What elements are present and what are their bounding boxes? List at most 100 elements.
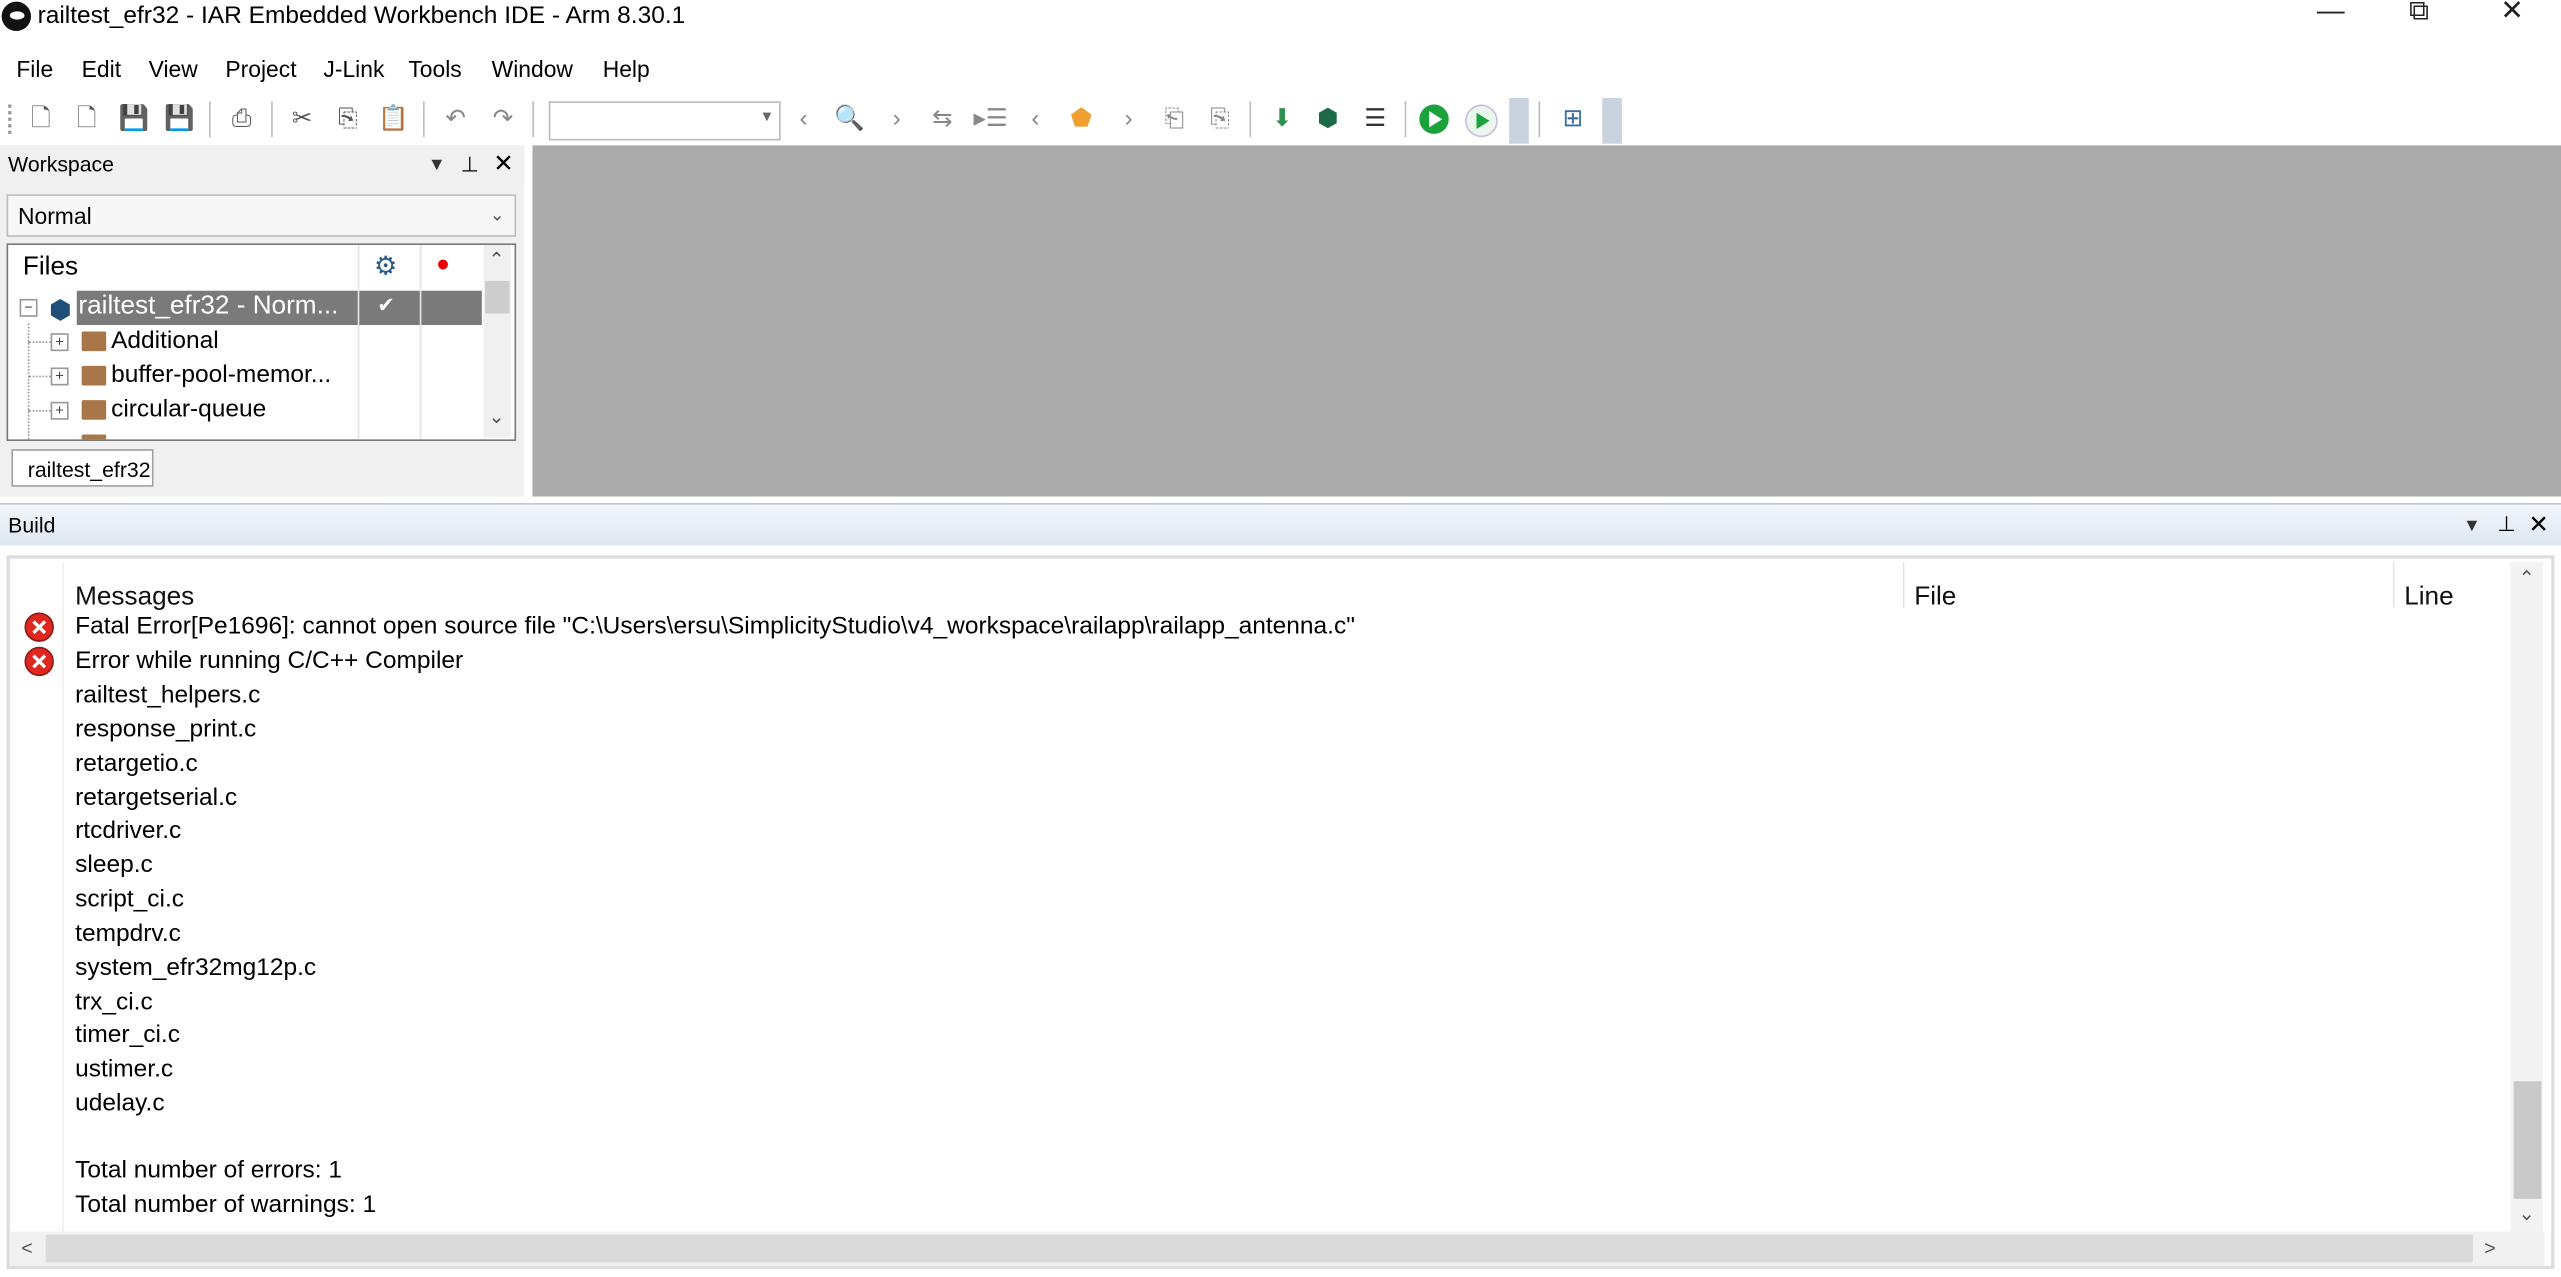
message-row[interactable]: timer_ci.c — [75, 1021, 180, 1049]
folder-label: Additional — [111, 326, 219, 355]
next-bookmark-icon[interactable]: ⎘ — [1204, 103, 1237, 136]
vertical-scroll-thumb[interactable] — [2513, 1081, 2542, 1199]
scroll-up-icon[interactable]: ⌃ — [2519, 567, 2535, 590]
menu-view[interactable]: View — [149, 56, 198, 82]
make-icon[interactable]: ⬢ — [1312, 103, 1345, 136]
warning-count-summary[interactable]: Total number of warnings: 1 — [75, 1191, 376, 1219]
message-row[interactable]: sleep.c — [75, 851, 153, 879]
menu-jlink[interactable]: J-Link — [323, 56, 384, 82]
project-icon: ⬢ — [48, 297, 72, 326]
chevron-down-icon[interactable]: ▼ — [760, 108, 775, 124]
download-and-debug-icon[interactable] — [1419, 104, 1449, 134]
panel-dropdown-icon[interactable]: ▼ — [2463, 516, 2481, 536]
build-panel-header — [0, 503, 2561, 546]
message-row[interactable]: script_ci.c — [75, 885, 184, 913]
error-icon — [24, 612, 54, 642]
find-previous-icon[interactable]: ‹ — [787, 103, 820, 136]
navigate-back-icon[interactable]: ‹ — [1019, 103, 1052, 136]
menu-file[interactable]: File — [16, 56, 53, 82]
close-panel-icon[interactable]: ✕ — [2528, 510, 2549, 539]
configuration-select[interactable]: Normal ⌄ — [6, 194, 517, 237]
message-row[interactable]: trx_ci.c — [75, 988, 153, 1016]
menu-tools[interactable]: Tools — [408, 56, 461, 82]
find-icon[interactable]: 🔍 — [833, 103, 866, 136]
tree-row-folder-partial[interactable] — [8, 428, 485, 440]
new-file-icon[interactable]: 🗋 — [24, 103, 57, 136]
previous-bookmark-icon[interactable]: ⎗ — [1158, 103, 1191, 136]
file-column-header[interactable]: File — [1914, 583, 1956, 612]
folder-label: circular-queue — [111, 395, 267, 424]
workspace-tab[interactable]: railtest_efr32 — [11, 449, 154, 487]
toolbar-grip[interactable] — [8, 104, 15, 134]
debug-without-download-icon[interactable] — [1465, 104, 1498, 138]
scroll-down-icon[interactable]: ⌄ — [2519, 1202, 2535, 1225]
find-combo[interactable]: ▼ — [548, 101, 781, 141]
expand-icon[interactable]: + — [50, 333, 69, 352]
project-options-icon[interactable]: ⊞ — [1557, 103, 1590, 136]
collapse-icon[interactable]: − — [19, 298, 38, 317]
save-all-icon[interactable]: 💾 — [163, 103, 196, 136]
message-row[interactable]: ustimer.c — [75, 1055, 173, 1083]
panel-dropdown-icon[interactable]: ▼ — [428, 155, 446, 175]
close-panel-icon[interactable]: ✕ — [493, 149, 514, 178]
menu-window[interactable]: Window — [492, 56, 573, 82]
file-tree-scrollbar[interactable]: ⌃ ⌄ — [483, 244, 512, 438]
undo-icon[interactable]: ↶ — [439, 103, 472, 136]
line-column-header[interactable]: Line — [2404, 583, 2453, 612]
maximize-button[interactable]: ⧉ — [2381, 0, 2456, 36]
scroll-up-icon[interactable]: ⌃ — [488, 248, 504, 271]
open-file-icon[interactable]: 🗋 — [70, 103, 103, 136]
message-row[interactable]: rtcdriver.c — [75, 817, 181, 845]
print-icon[interactable]: ⎙ — [225, 103, 258, 136]
message-row-error[interactable]: Error while running C/C++ Compiler — [75, 647, 463, 675]
close-button[interactable]: ✕ — [2474, 0, 2549, 36]
expand-icon[interactable]: + — [50, 367, 69, 386]
scroll-right-icon[interactable]: > — [2484, 1236, 2495, 1259]
go-to-icon[interactable]: ⇆ — [926, 103, 959, 136]
messages-column-header[interactable]: Messages — [75, 583, 194, 612]
horizontal-scroll-thumb[interactable] — [45, 1234, 2473, 1263]
expand-icon[interactable]: + — [50, 401, 69, 420]
navigate-forward-icon[interactable]: › — [1112, 103, 1145, 136]
tree-row-folder[interactable]: + Additional — [8, 325, 485, 359]
copy-icon[interactable]: ⎘ — [332, 103, 365, 136]
toolbar-overflow-button[interactable] — [1509, 97, 1529, 144]
message-row[interactable]: retargetserial.c — [75, 784, 237, 812]
tree-row-folder[interactable]: + circular-queue — [8, 394, 485, 428]
bookmark-icon[interactable]: ⬟ — [1065, 103, 1098, 136]
gear-icon[interactable]: ⚙ — [374, 250, 397, 283]
tree-row-project[interactable]: − ⬢ railtest_efr32 - Norm... ✔ — [8, 290, 485, 326]
error-count-summary[interactable]: Total number of errors: 1 — [75, 1156, 342, 1184]
compile-icon[interactable]: ⬇ — [1266, 103, 1299, 136]
minimize-button[interactable]: — — [2293, 0, 2368, 36]
iar-app-icon — [1, 1, 32, 32]
paste-icon[interactable]: 📋 — [377, 103, 410, 136]
stop-build-icon[interactable]: ☰ — [1359, 103, 1392, 136]
tree-row-folder[interactable]: + buffer-pool-memor... — [8, 359, 485, 393]
scroll-thumb[interactable] — [485, 280, 510, 314]
pin-icon[interactable]: ⊥ — [461, 152, 480, 178]
save-icon[interactable]: 💾 — [118, 103, 151, 136]
window-title: railtest_efr32 - IAR Embedded Workbench … — [37, 1, 686, 30]
message-row[interactable]: response_print.c — [75, 715, 256, 743]
pin-icon[interactable]: ⊥ — [2497, 511, 2516, 537]
redo-icon[interactable]: ↷ — [487, 103, 520, 136]
message-row[interactable]: system_efr32mg12p.c — [75, 954, 316, 982]
menu-help[interactable]: Help — [603, 56, 650, 82]
cut-icon[interactable]: ✂ — [286, 103, 319, 136]
message-row[interactable]: udelay.c — [75, 1089, 164, 1117]
red-dot-icon: ● — [436, 249, 450, 277]
message-row-error[interactable]: Fatal Error[Pe1696]: cannot open source … — [75, 612, 1355, 640]
find-next-icon[interactable]: › — [880, 103, 913, 136]
menu-project[interactable]: Project — [225, 56, 296, 82]
scroll-down-icon[interactable]: ⌄ — [488, 405, 504, 428]
project-name: railtest_efr32 - Norm... — [78, 292, 339, 321]
toolbar-overflow-button-2[interactable] — [1602, 97, 1622, 144]
error-icon — [24, 646, 54, 677]
scroll-left-icon[interactable]: < — [21, 1236, 32, 1259]
menu-edit[interactable]: Edit — [82, 56, 121, 82]
indent-icon[interactable]: ▸☰ — [973, 103, 1007, 136]
message-row[interactable]: railtest_helpers.c — [75, 681, 260, 709]
message-row[interactable]: retargetio.c — [75, 750, 198, 778]
message-row[interactable]: tempdrv.c — [75, 920, 181, 948]
